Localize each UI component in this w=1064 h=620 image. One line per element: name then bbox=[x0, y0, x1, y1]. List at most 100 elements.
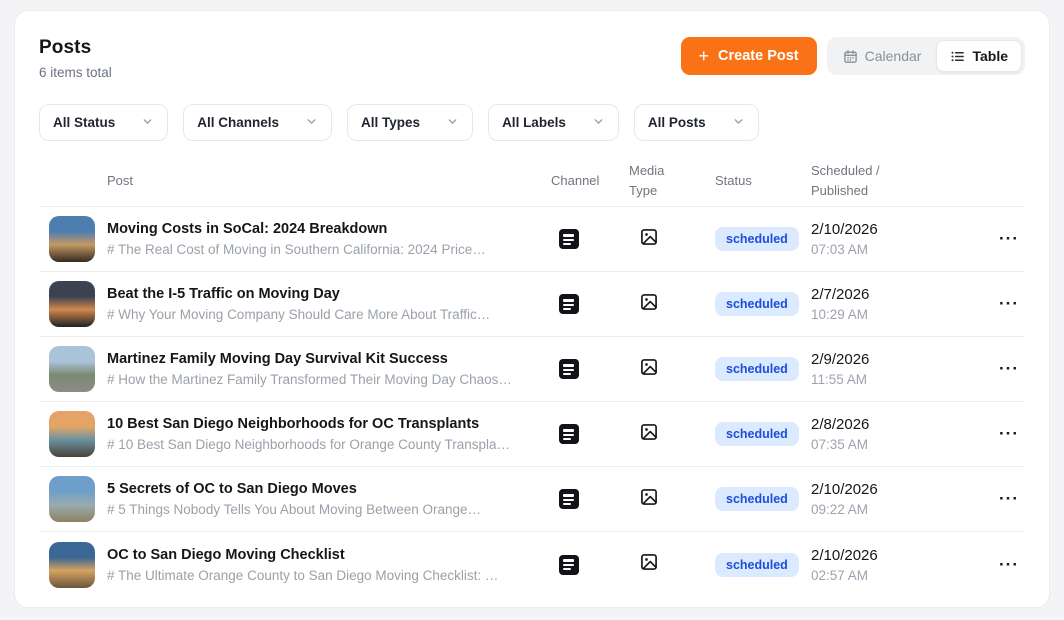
post-title: Moving Costs in SoCal: 2024 Breakdown bbox=[107, 221, 527, 237]
table-header-row: Post Channel Media Type Status Scheduled… bbox=[39, 161, 1025, 207]
status-cell: scheduled bbox=[715, 553, 811, 577]
actions-cell: ··· bbox=[991, 225, 1025, 253]
calendar-label: Calendar bbox=[865, 48, 922, 64]
table-row[interactable]: Beat the I-5 Traffic on Moving Day # Why… bbox=[39, 272, 1025, 337]
actions-cell: ··· bbox=[991, 485, 1025, 513]
post-thumb-cell bbox=[39, 281, 107, 327]
post-thumbnail bbox=[49, 476, 95, 522]
filter-dropdown[interactable]: All Posts bbox=[634, 104, 759, 141]
scheduled-cell: 2/10/2026 09:22 AM bbox=[811, 481, 991, 517]
items-count: 6 items total bbox=[39, 65, 112, 80]
filter-dropdown[interactable]: All Types bbox=[347, 104, 473, 141]
filter-label: All Types bbox=[361, 115, 420, 130]
post-thumbnail bbox=[49, 542, 95, 588]
scheduled-date: 2/7/2026 bbox=[811, 286, 991, 303]
post-subtitle: # How the Martinez Family Transformed Th… bbox=[107, 372, 527, 387]
post-cell: Beat the I-5 Traffic on Moving Day # Why… bbox=[107, 286, 551, 322]
table-row[interactable]: OC to San Diego Moving Checklist # The U… bbox=[39, 532, 1025, 597]
channel-cell bbox=[551, 294, 629, 314]
actions-cell: ··· bbox=[991, 290, 1025, 318]
col-post: Post bbox=[107, 171, 551, 191]
post-cell: 5 Secrets of OC to San Diego Moves # 5 T… bbox=[107, 481, 551, 517]
filter-dropdown[interactable]: All Channels bbox=[183, 104, 332, 141]
status-cell: scheduled bbox=[715, 487, 811, 511]
image-media-icon bbox=[639, 227, 715, 252]
actions-cell: ··· bbox=[991, 420, 1025, 448]
filter-dropdown[interactable]: All Status bbox=[39, 104, 168, 141]
chevron-down-icon bbox=[706, 115, 745, 131]
chevron-down-icon bbox=[420, 115, 459, 131]
status-badge: scheduled bbox=[715, 422, 799, 446]
table-row[interactable]: Moving Costs in SoCal: 2024 Breakdown # … bbox=[39, 207, 1025, 272]
blog-channel-icon bbox=[559, 489, 579, 509]
more-options-button[interactable]: ··· bbox=[993, 551, 1025, 579]
calendar-icon bbox=[843, 49, 858, 64]
more-options-button[interactable]: ··· bbox=[993, 420, 1025, 448]
list-icon bbox=[950, 49, 965, 64]
more-options-button[interactable]: ··· bbox=[993, 290, 1025, 318]
post-thumbnail bbox=[49, 411, 95, 457]
scheduled-date: 2/9/2026 bbox=[811, 351, 991, 368]
post-thumb-cell bbox=[39, 346, 107, 392]
channel-cell bbox=[551, 424, 629, 444]
blog-channel-icon bbox=[559, 229, 579, 249]
media-type-cell bbox=[629, 292, 715, 317]
filter-label: All Labels bbox=[502, 115, 566, 130]
media-type-cell bbox=[629, 422, 715, 447]
blog-channel-icon bbox=[559, 424, 579, 444]
table-view-button[interactable]: Table bbox=[936, 40, 1022, 72]
chevron-down-icon bbox=[115, 115, 154, 131]
scheduled-date: 2/10/2026 bbox=[811, 221, 991, 238]
post-title: 5 Secrets of OC to San Diego Moves bbox=[107, 481, 527, 497]
table-row[interactable]: 10 Best San Diego Neighborhoods for OC T… bbox=[39, 402, 1025, 467]
post-subtitle: # Why Your Moving Company Should Care Mo… bbox=[107, 307, 527, 322]
status-cell: scheduled bbox=[715, 422, 811, 446]
scheduled-time: 11:55 AM bbox=[811, 372, 991, 387]
calendar-view-button[interactable]: Calendar bbox=[830, 40, 935, 72]
status-cell: scheduled bbox=[715, 227, 811, 251]
col-channel: Channel bbox=[551, 171, 629, 191]
post-thumb-cell bbox=[39, 411, 107, 457]
image-media-icon bbox=[639, 487, 715, 512]
scheduled-time: 07:35 AM bbox=[811, 437, 991, 452]
channel-cell bbox=[551, 229, 629, 249]
page-heading-group: Posts 6 items total bbox=[39, 37, 112, 80]
image-media-icon bbox=[639, 552, 715, 577]
post-thumbnail bbox=[49, 216, 95, 262]
create-post-button[interactable]: + Create Post bbox=[681, 37, 817, 75]
filter-label: All Channels bbox=[197, 115, 279, 130]
scheduled-cell: 2/10/2026 02:57 AM bbox=[811, 547, 991, 583]
status-cell: scheduled bbox=[715, 292, 811, 316]
scheduled-date: 2/8/2026 bbox=[811, 416, 991, 433]
post-title: Beat the I-5 Traffic on Moving Day bbox=[107, 286, 527, 302]
more-options-button[interactable]: ··· bbox=[993, 355, 1025, 383]
create-post-label: Create Post bbox=[718, 48, 799, 64]
chevron-down-icon bbox=[566, 115, 605, 131]
view-toggle: Calendar Table bbox=[827, 37, 1025, 75]
media-type-cell bbox=[629, 357, 715, 382]
scheduled-time: 02:57 AM bbox=[811, 568, 991, 583]
blog-channel-icon bbox=[559, 359, 579, 379]
scheduled-time: 09:22 AM bbox=[811, 502, 991, 517]
status-cell: scheduled bbox=[715, 357, 811, 381]
table-label: Table bbox=[972, 48, 1008, 64]
more-options-button[interactable]: ··· bbox=[993, 485, 1025, 513]
col-status: Status bbox=[715, 171, 811, 191]
status-badge: scheduled bbox=[715, 227, 799, 251]
scheduled-date: 2/10/2026 bbox=[811, 481, 991, 498]
channel-cell bbox=[551, 359, 629, 379]
blog-channel-icon bbox=[559, 555, 579, 575]
col-media-type: Media Type bbox=[629, 161, 681, 200]
col-scheduled: Scheduled / Published bbox=[811, 161, 907, 200]
post-title: 10 Best San Diego Neighborhoods for OC T… bbox=[107, 416, 527, 432]
channel-cell bbox=[551, 555, 629, 575]
post-subtitle: # The Real Cost of Moving in Southern Ca… bbox=[107, 242, 527, 257]
table-row[interactable]: 5 Secrets of OC to San Diego Moves # 5 T… bbox=[39, 467, 1025, 532]
filter-dropdown[interactable]: All Labels bbox=[488, 104, 619, 141]
channel-cell bbox=[551, 489, 629, 509]
post-thumb-cell bbox=[39, 476, 107, 522]
post-cell: Moving Costs in SoCal: 2024 Breakdown # … bbox=[107, 221, 551, 257]
table-row[interactable]: Martinez Family Moving Day Survival Kit … bbox=[39, 337, 1025, 402]
more-options-button[interactable]: ··· bbox=[993, 225, 1025, 253]
post-subtitle: # 5 Things Nobody Tells You About Moving… bbox=[107, 502, 527, 517]
